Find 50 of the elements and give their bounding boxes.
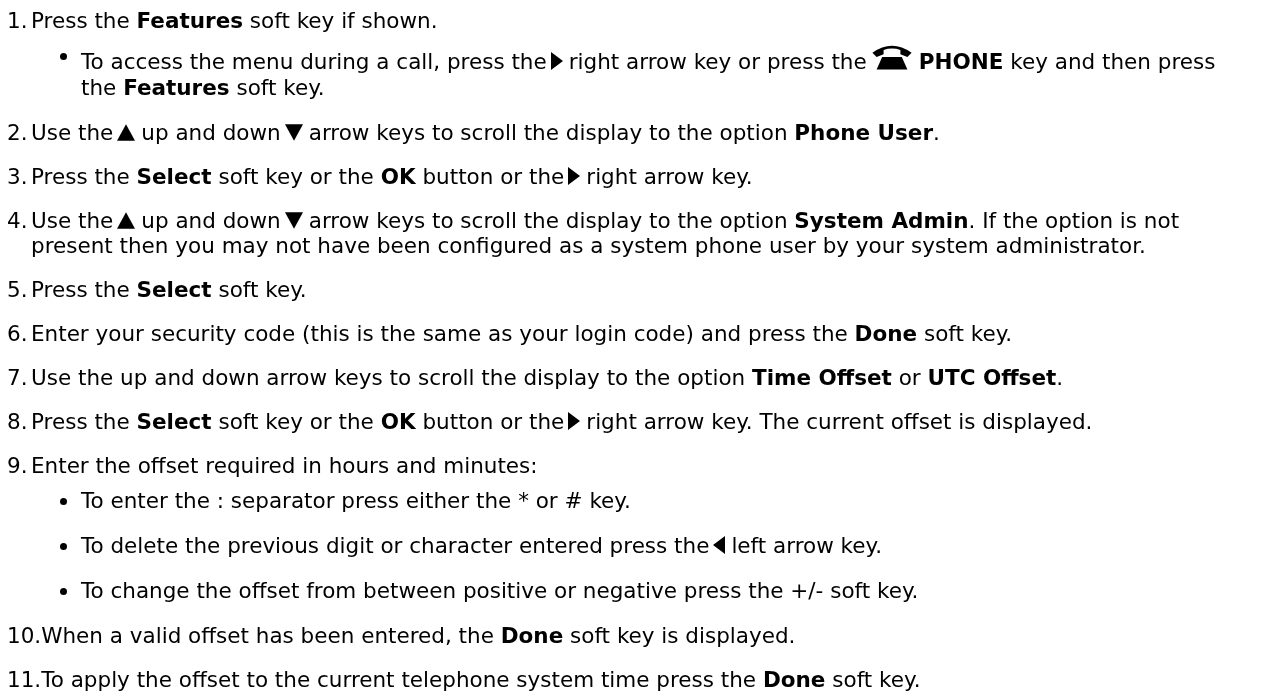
instruction-text: When a valid offset has been entered, the Done soft key is displayed. bbox=[41, 623, 796, 648]
step-number: 10. bbox=[7, 623, 42, 648]
instruction-text: To enter the : separator press either the * or # key. bbox=[81, 488, 631, 513]
step-number: 8. bbox=[7, 409, 29, 434]
instruction-text: left arrow key. bbox=[731, 533, 883, 558]
step-number: 9. bbox=[7, 453, 29, 478]
instruction-text: right arrow key. The current offset is displayed. bbox=[586, 409, 1093, 434]
instruction-text: arrow keys to scroll the display to the option Phone User. bbox=[308, 120, 940, 145]
bullet-icon bbox=[60, 543, 67, 550]
instruction-text: PHONE key and then press bbox=[918, 49, 1216, 74]
phone-icon bbox=[870, 43, 913, 71]
step-number: 6. bbox=[7, 321, 29, 346]
bullet-icon bbox=[60, 498, 67, 505]
instruction-text: up and down bbox=[141, 208, 281, 233]
down-arrow-icon bbox=[284, 124, 303, 141]
instruction-text: Press the Select soft key. bbox=[31, 277, 307, 302]
instruction-text: To change the offset from between positive or negative press the +/- soft key. bbox=[81, 578, 919, 603]
instruction-text: Press the Select soft key or the OK button or the bbox=[31, 409, 565, 434]
step-number: 11. bbox=[7, 667, 42, 692]
instruction-text: To delete the previous digit or character entered press the bbox=[81, 533, 710, 558]
step-number: 2. bbox=[7, 120, 29, 145]
instruction-text: present then you may not have been configured as a system phone user by your system administrator. bbox=[31, 233, 1146, 258]
instruction-text: up and down bbox=[141, 120, 281, 145]
step-number: 4. bbox=[7, 208, 29, 233]
instruction-text: Enter your security code (this is the same as your login code) and press the Done soft key. bbox=[31, 321, 1013, 346]
bullet-icon bbox=[60, 53, 67, 60]
instruction-text: the Features soft key. bbox=[81, 75, 325, 100]
right-arrow-icon bbox=[568, 167, 581, 185]
instruction-text: To apply the offset to the current telephone system time press the Done soft key. bbox=[41, 667, 921, 692]
up-arrow-icon bbox=[117, 124, 136, 141]
instruction-text: Press the Select soft key or the OK button or the bbox=[31, 164, 565, 189]
left-arrow-icon bbox=[713, 536, 726, 554]
bullet-icon bbox=[60, 588, 67, 595]
instruction-text: Use the up and down arrow keys to scroll the display to the option Time Offset or UTC Offset. bbox=[31, 365, 1064, 390]
step-number: 3. bbox=[7, 164, 29, 189]
right-arrow-icon bbox=[568, 412, 581, 430]
instruction-text: Press the Features soft key if shown. bbox=[31, 8, 438, 33]
instruction-text: arrow keys to scroll the display to the option System Admin. If the option is not bbox=[308, 208, 1180, 233]
right-arrow-icon bbox=[550, 52, 563, 70]
step-number: 1. bbox=[7, 8, 29, 33]
step-number: 7. bbox=[7, 365, 29, 390]
up-arrow-icon bbox=[117, 212, 136, 229]
instruction-text: Use the bbox=[31, 208, 114, 233]
instruction-text: right arrow key. bbox=[586, 164, 753, 189]
instruction-text: To access the menu during a call, press the bbox=[81, 49, 547, 74]
step-number: 5. bbox=[7, 277, 29, 302]
instruction-text: Use the bbox=[31, 120, 114, 145]
instruction-text: Enter the offset required in hours and minutes: bbox=[31, 453, 538, 478]
instruction-text: right arrow key or press the bbox=[568, 49, 867, 74]
down-arrow-icon bbox=[284, 212, 303, 229]
